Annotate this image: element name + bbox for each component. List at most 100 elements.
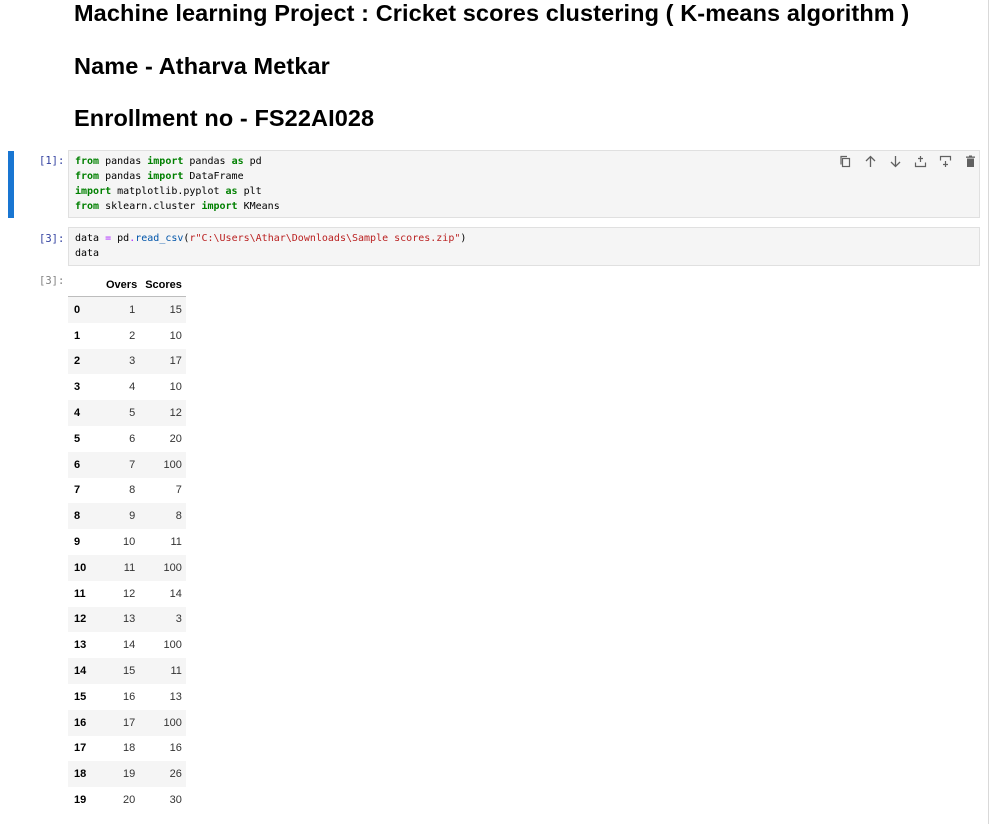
cell-scores: 12 bbox=[169, 407, 182, 420]
table-row: 18 19 26 bbox=[68, 761, 186, 788]
delete-icon[interactable] bbox=[963, 154, 978, 169]
row-index: 0 bbox=[74, 303, 81, 316]
row-index: 7 bbox=[74, 484, 81, 497]
row-index: 6 bbox=[74, 458, 81, 471]
column-header-scores: Scores bbox=[141, 274, 186, 297]
cell-scores: 100 bbox=[163, 716, 182, 729]
dataframe-output: Overs Scores 0 1 15 1 2 10 2 3 17 3 4 10 4 5 12 5 6 20 6 7 1… bbox=[68, 274, 186, 813]
table-row: 19 20 30 bbox=[68, 787, 186, 813]
row-index: 15 bbox=[74, 690, 87, 703]
cell-1-prompt: [1]: bbox=[39, 155, 65, 167]
cell-scores: 8 bbox=[175, 510, 182, 523]
cell-scores: 100 bbox=[163, 561, 182, 574]
row-index: 13 bbox=[74, 639, 87, 652]
insert-above-icon[interactable] bbox=[913, 154, 928, 169]
cell-scores: 11 bbox=[170, 536, 182, 549]
notebook-right-border bbox=[988, 0, 989, 824]
cell-scores: 13 bbox=[169, 690, 182, 703]
cell-overs: 16 bbox=[122, 690, 136, 703]
cell-overs: 5 bbox=[129, 407, 136, 420]
row-index: 11 bbox=[74, 587, 86, 600]
row-index: 9 bbox=[74, 536, 81, 549]
cell-scores: 11 bbox=[170, 665, 182, 678]
table-row: 0 1 15 bbox=[68, 296, 186, 323]
table-row: 9 10 11 bbox=[68, 529, 186, 555]
cell-overs: 13 bbox=[122, 613, 136, 626]
table-row: 1 2 10 bbox=[68, 323, 186, 349]
output-2-prompt: [3]: bbox=[39, 275, 65, 287]
cell-overs: 11 bbox=[123, 561, 136, 574]
table-row: 7 8 7 bbox=[68, 478, 186, 504]
cell-overs: 19 bbox=[122, 768, 136, 781]
cell-scores: 10 bbox=[169, 329, 182, 342]
code-cell-2-editor[interactable]: data = pd.read_csv(r"C:\Users\Athar\Down… bbox=[68, 227, 980, 266]
row-index: 10 bbox=[74, 561, 87, 574]
cell-scores: 26 bbox=[169, 768, 182, 781]
cell-overs: 2 bbox=[129, 329, 136, 342]
table-row: 11 12 14 bbox=[68, 581, 186, 607]
cell-overs: 6 bbox=[129, 432, 136, 445]
table-row: 4 5 12 bbox=[68, 400, 186, 426]
cell-scores: 100 bbox=[163, 639, 182, 652]
cell-scores: 14 bbox=[169, 587, 182, 600]
cell-overs: 9 bbox=[129, 510, 136, 523]
cell-overs: 1 bbox=[129, 303, 136, 316]
cell-2-prompt: [3]: bbox=[39, 233, 65, 245]
row-index: 5 bbox=[74, 432, 81, 445]
cell-toolbar bbox=[838, 154, 978, 169]
cell-scores: 15 bbox=[169, 303, 182, 316]
copy-icon[interactable] bbox=[838, 154, 853, 169]
row-index: 12 bbox=[74, 613, 87, 626]
row-index: 17 bbox=[74, 742, 87, 755]
cell-overs: 10 bbox=[122, 536, 136, 549]
row-index: 3 bbox=[74, 381, 81, 394]
row-index: 14 bbox=[74, 665, 87, 678]
cell-overs: 18 bbox=[122, 742, 136, 755]
table-row: 10 11 100 bbox=[68, 554, 186, 581]
row-index: 16 bbox=[74, 716, 87, 729]
arrow-up-icon[interactable] bbox=[863, 154, 878, 169]
table-row: 5 6 20 bbox=[68, 426, 186, 452]
cell-overs: 20 bbox=[122, 794, 136, 807]
cell-overs: 7 bbox=[129, 458, 136, 471]
arrow-down-icon[interactable] bbox=[888, 154, 903, 169]
active-cell-indicator bbox=[8, 151, 14, 218]
cell-scores: 16 bbox=[169, 742, 182, 755]
table-row: 17 18 16 bbox=[68, 736, 186, 762]
cell-overs: 3 bbox=[129, 355, 136, 368]
markdown-title: Machine learning Project : Cricket score… bbox=[74, 0, 910, 26]
row-index: 18 bbox=[74, 768, 87, 781]
table-row: 3 4 10 bbox=[68, 374, 186, 400]
index-header bbox=[68, 274, 102, 297]
table-header-row: Overs Scores bbox=[68, 274, 186, 297]
row-index: 8 bbox=[74, 510, 81, 523]
cell-overs: 17 bbox=[122, 716, 136, 729]
table-row: 6 7 100 bbox=[68, 451, 186, 478]
table-row: 13 14 100 bbox=[68, 632, 186, 658]
cell-scores: 30 bbox=[169, 794, 182, 807]
insert-below-icon[interactable] bbox=[938, 154, 953, 169]
cell-overs: 12 bbox=[122, 587, 136, 600]
cell-scores: 20 bbox=[169, 432, 182, 445]
markdown-name: Name - Atharva Metkar bbox=[74, 53, 330, 79]
table-row: 12 13 3 bbox=[68, 606, 186, 633]
table-row: 2 3 17 bbox=[68, 348, 186, 375]
cell-scores: 100 bbox=[163, 458, 182, 471]
cell-overs: 14 bbox=[122, 639, 136, 652]
table-row: 16 17 100 bbox=[68, 709, 186, 736]
table-row: 14 15 11 bbox=[68, 658, 186, 684]
table-row: 8 9 8 bbox=[68, 503, 186, 530]
row-index: 4 bbox=[74, 407, 81, 420]
column-header-overs: Overs bbox=[102, 274, 142, 297]
cell-overs: 15 bbox=[122, 665, 136, 678]
row-index: 19 bbox=[74, 794, 87, 807]
markdown-enrollment: Enrollment no - FS22AI028 bbox=[74, 105, 375, 131]
cell-scores: 3 bbox=[175, 613, 182, 626]
row-index: 1 bbox=[74, 329, 81, 342]
cell-scores: 7 bbox=[175, 484, 182, 497]
cell-scores: 10 bbox=[169, 381, 182, 394]
cell-overs: 4 bbox=[129, 381, 136, 394]
cell-overs: 8 bbox=[129, 484, 136, 497]
row-index: 2 bbox=[74, 355, 81, 368]
table-row: 15 16 13 bbox=[68, 684, 186, 710]
